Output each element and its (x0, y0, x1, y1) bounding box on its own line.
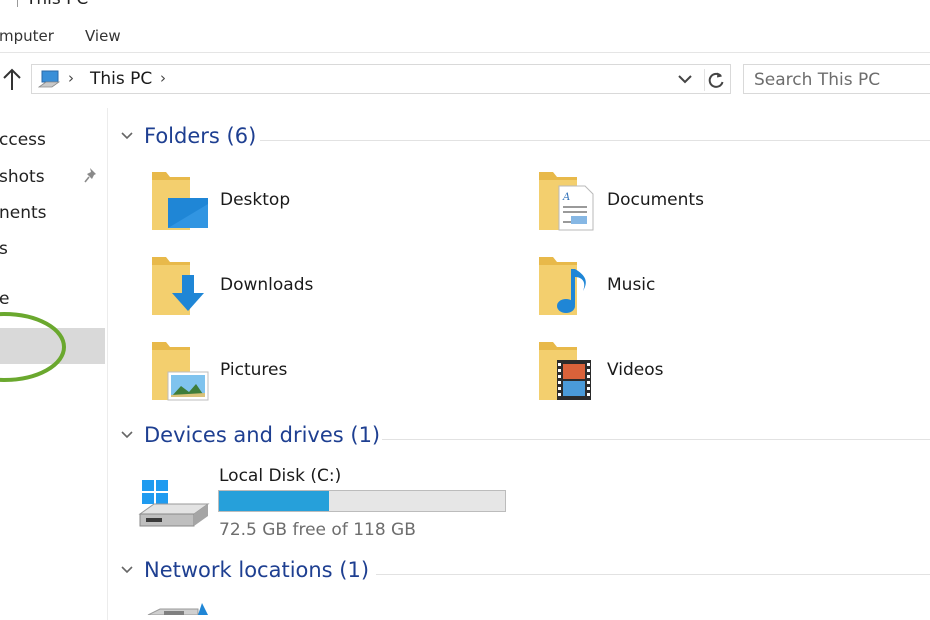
ribbon-tab-view[interactable]: View (85, 27, 121, 45)
folder-desktop[interactable]: Desktop (148, 168, 508, 238)
navigation-bar: › This PC › Search This PC (0, 62, 930, 98)
group-divider (382, 439, 930, 440)
pictures-folder-icon (152, 342, 209, 401)
desktop-folder-icon (152, 172, 208, 230)
sidebar-item-pictures[interactable]: s (0, 239, 8, 259)
group-title-folders: Folders (6) (144, 124, 257, 148)
window-title: This PC (26, 0, 88, 9)
up-arrow-icon[interactable] (0, 67, 24, 93)
network-location-icon[interactable] (146, 601, 216, 615)
svg-text:A: A (562, 192, 570, 203)
videos-folder-icon (539, 342, 591, 400)
music-folder-icon (539, 257, 586, 315)
folder-videos[interactable]: Videos (535, 338, 895, 408)
drive-local-disk-c[interactable]: Local Disk (C:) 72.5 GB free of 118 GB (138, 464, 558, 554)
navigation-pane: ccess shots nents s e (0, 108, 108, 620)
chevron-down-icon[interactable] (120, 430, 134, 440)
drive-usage-fill (219, 491, 330, 511)
content-pane: Folders (6) Desktop A Documents Download… (108, 108, 930, 620)
downloads-folder-icon (152, 257, 204, 315)
chevron-down-icon[interactable] (676, 71, 694, 87)
search-placeholder: Search This PC (754, 70, 881, 90)
ribbon-tab-computer[interactable]: mputer (0, 27, 54, 45)
this-pc-icon (38, 70, 60, 88)
folder-downloads[interactable]: Downloads (148, 253, 508, 323)
folder-pictures[interactable]: Pictures (148, 338, 508, 408)
refresh-icon[interactable] (704, 69, 727, 91)
folder-documents[interactable]: A Documents (535, 168, 895, 238)
hard-drive-icon (138, 480, 210, 527)
breadcrumb-chevron-icon[interactable]: › (160, 69, 166, 87)
group-divider (376, 574, 930, 575)
chevron-down-icon[interactable] (120, 565, 134, 575)
address-bar[interactable]: › This PC › (31, 64, 731, 94)
sidebar-item-screenshots[interactable]: shots (0, 167, 45, 187)
chevron-down-icon[interactable] (120, 131, 134, 141)
ribbon: mputer View (0, 22, 930, 53)
breadcrumb-chevron-icon[interactable]: › (68, 69, 74, 87)
title-bar: This PC (0, 0, 930, 18)
folder-label: Desktop (220, 190, 291, 210)
group-header-folders[interactable]: Folders (6) (120, 124, 930, 154)
group-header-network-locations[interactable]: Network locations (1) (120, 558, 930, 588)
title-separator (17, 0, 18, 7)
group-header-devices-and-drives[interactable]: Devices and drives (1) (120, 423, 930, 453)
folder-label: Downloads (220, 275, 314, 295)
search-input[interactable]: Search This PC (743, 64, 930, 94)
folder-label: Videos (607, 360, 664, 380)
drive-name: Local Disk (C:) (219, 466, 342, 486)
drive-usage-bar (218, 490, 506, 512)
sidebar-item-quick-access[interactable]: ccess (0, 130, 46, 150)
highlight-circle (0, 312, 66, 382)
folder-label: Music (607, 275, 656, 295)
pin-icon[interactable] (84, 166, 100, 184)
folder-label: Documents (607, 190, 704, 210)
sidebar-item-onedrive[interactable]: e (0, 289, 9, 309)
sidebar-item-documents[interactable]: nents (0, 203, 47, 223)
group-divider (260, 140, 930, 141)
drive-free-space: 72.5 GB free of 118 GB (219, 520, 416, 540)
folder-label: Pictures (220, 360, 288, 380)
breadcrumb-this-pc[interactable]: This PC (90, 69, 152, 89)
group-title-devices: Devices and drives (1) (144, 423, 381, 447)
documents-folder-icon: A (539, 172, 594, 231)
group-title-network: Network locations (1) (144, 558, 370, 582)
folder-music[interactable]: Music (535, 253, 895, 323)
